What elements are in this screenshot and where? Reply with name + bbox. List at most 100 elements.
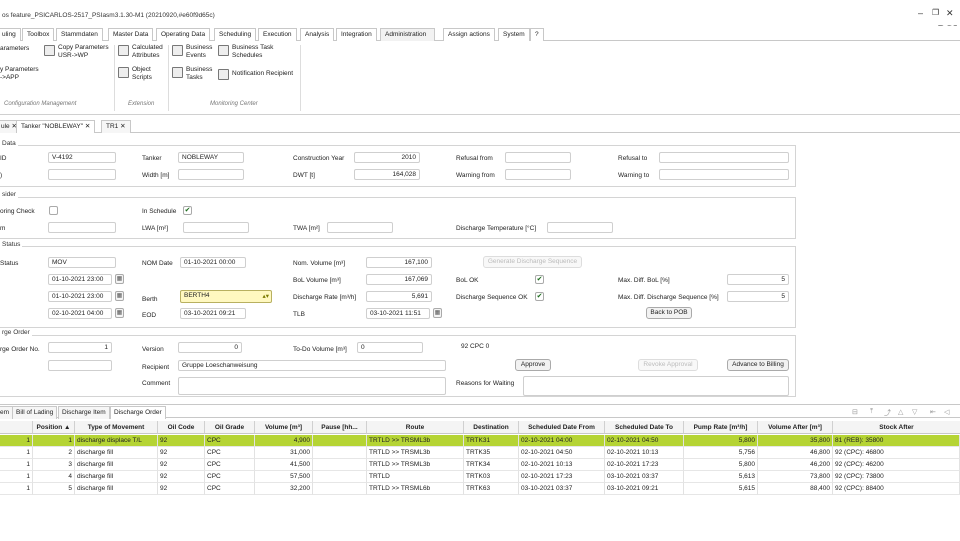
- nom-volume-field[interactable]: 167,100: [366, 257, 432, 268]
- column-header-position[interactable]: Position ▲: [33, 421, 75, 434]
- table-row[interactable]: 1 4 discharge fill 92 CPC 57,500 TRTLD TRTK03 02…: [0, 471, 960, 483]
- column-header-date-from[interactable]: Scheduled Date From: [519, 421, 605, 434]
- ribbon-business-events-button[interactable]: Business Events: [186, 44, 216, 60]
- max-diff-bol-field[interactable]: 5: [727, 274, 789, 285]
- revoke-approval-button[interactable]: Revoke Approval: [638, 359, 698, 371]
- column-header-route[interactable]: Route: [367, 421, 464, 434]
- menu-administration[interactable]: Administration: [380, 28, 435, 41]
- reasons-field[interactable]: [523, 376, 789, 396]
- berth-select[interactable]: BERTH4 ▴▾: [180, 290, 272, 303]
- construction-year-field[interactable]: 2010: [354, 152, 420, 163]
- calendar-icon[interactable]: ▦: [433, 308, 442, 318]
- close-icon[interactable]: ✕: [85, 123, 90, 130]
- tab-discharge-item[interactable]: Discharge Item: [58, 406, 110, 419]
- column-header-oil-grade[interactable]: Oil Grade: [205, 421, 255, 434]
- discharge-temp-field[interactable]: [547, 222, 613, 233]
- discharge-rate-field[interactable]: 5,691: [366, 291, 432, 302]
- max-diff-seq-field[interactable]: 5: [727, 291, 789, 302]
- twa-field[interactable]: [327, 222, 393, 233]
- column-header-destination[interactable]: Destination: [464, 421, 519, 434]
- column-header-type[interactable]: Type of Movement: [75, 421, 158, 434]
- column-header-first[interactable]: [0, 421, 33, 434]
- version-field[interactable]: 0: [178, 342, 242, 353]
- prev-icon[interactable]: ⇤: [930, 408, 936, 416]
- generate-discharge-sequence-button[interactable]: Generate Discharge Sequence: [483, 256, 582, 268]
- in-schedule-checkbox[interactable]: ✔: [183, 206, 192, 215]
- close-icon[interactable]: ✕: [120, 123, 125, 130]
- column-header-pause[interactable]: Pause [hh...: [313, 421, 367, 434]
- warning-to-field[interactable]: [659, 169, 789, 180]
- menu-toolbox[interactable]: Toolbox: [22, 28, 55, 41]
- status-field[interactable]: MOV: [48, 257, 116, 268]
- approve-button[interactable]: Approve: [515, 359, 551, 371]
- column-header-volume-after[interactable]: Volume After [m³]: [758, 421, 833, 434]
- tab-bill-of-lading[interactable]: Bill of Lading: [12, 406, 58, 419]
- close-icon[interactable]: ✕: [946, 8, 954, 19]
- order-extra-field[interactable]: [48, 360, 112, 371]
- minimize-icon[interactable]: –: [918, 8, 923, 18]
- ribbon-parameters-button[interactable]: arameters: [0, 45, 29, 53]
- ribbon-object-scripts-button[interactable]: Object Scripts: [132, 66, 162, 82]
- menu-assign-actions[interactable]: Assign actions: [443, 28, 495, 41]
- warning-from-field[interactable]: [505, 169, 571, 180]
- ribbon-copy-params-button[interactable]: Copy Parameters USR->WP: [58, 44, 114, 60]
- column-header-pump-rate[interactable]: Pump Rate [m³/h]: [684, 421, 758, 434]
- menu-help[interactable]: ?: [530, 28, 544, 41]
- table-row[interactable]: 1 5 discharge fill 92 CPC 32,200 TRTLD >> TRSM…: [0, 483, 960, 495]
- table-row[interactable]: 1 3 discharge fill 92 CPC 41,500 TRTLD >> TRSM…: [0, 459, 960, 471]
- ribbon-calc-attributes-button[interactable]: Calculated Attributes: [132, 44, 172, 60]
- order-no-field[interactable]: 1: [48, 342, 112, 353]
- id-field[interactable]: V-4192: [48, 152, 116, 163]
- calendar-icon[interactable]: ▦: [115, 291, 124, 301]
- menu-master-data[interactable]: Master Data: [108, 28, 154, 41]
- column-header-date-to[interactable]: Scheduled Date To: [605, 421, 684, 434]
- calendar-icon[interactable]: ▦: [115, 308, 124, 318]
- menu-analysis[interactable]: Analysis: [300, 28, 335, 41]
- tab-discharge-order[interactable]: Discharge Order: [110, 406, 166, 419]
- table-row[interactable]: 1 1 discharge displace T/L 92 CPC 4,900 TRTLD …: [0, 435, 960, 447]
- date2-field[interactable]: 01-10-2021 23:00: [48, 291, 112, 302]
- tlb-field[interactable]: 03-10-2021 11:51: [366, 308, 430, 319]
- column-header-volume[interactable]: Volume [m³]: [255, 421, 313, 434]
- monitoring-check-checkbox[interactable]: [49, 206, 58, 215]
- back-icon[interactable]: ◁: [944, 408, 949, 416]
- advance-to-billing-button[interactable]: Advance to Billing: [727, 359, 789, 371]
- m-field[interactable]: [48, 222, 116, 233]
- menu-system[interactable]: System: [498, 28, 530, 41]
- restore-icon[interactable]: ❐: [932, 8, 939, 17]
- ribbon-y-params-button[interactable]: y Parameters: [0, 66, 39, 74]
- eod-field[interactable]: 03-10-2021 09:21: [180, 308, 246, 319]
- ribbon-task-schedules-button[interactable]: Business Task Schedules: [232, 44, 280, 60]
- doc-tab-tr1[interactable]: TR1 ✕: [101, 120, 131, 133]
- recipient-field[interactable]: Gruppe Loeschanweisung: [178, 360, 446, 371]
- calendar-icon[interactable]: ▦: [115, 274, 124, 284]
- menu-execution[interactable]: Execution: [258, 28, 297, 41]
- nom-date-field[interactable]: 01-10-2021 00:00: [180, 257, 246, 268]
- menu-scheduling[interactable]: uling: [0, 28, 21, 41]
- move-down-icon[interactable]: ▽: [912, 408, 917, 416]
- back-to-pob-button[interactable]: Back to POB: [646, 307, 692, 319]
- dropdown-icon[interactable]: ▴▾: [262, 292, 269, 301]
- menu-integration[interactable]: Integration: [336, 28, 377, 41]
- lwa-field[interactable]: [183, 222, 249, 233]
- column-header-oil-code[interactable]: Oil Code: [158, 421, 205, 434]
- tanker-field[interactable]: NOBLEWAY: [178, 152, 244, 163]
- dwt-field[interactable]: 164,028: [354, 169, 420, 180]
- ribbon-app-button[interactable]: ->APP: [0, 74, 19, 82]
- first-icon[interactable]: ⤒: [870, 408, 873, 416]
- ribbon-notification-recipient-button[interactable]: Notification Recipient: [232, 70, 293, 78]
- refusal-to-field[interactable]: [659, 152, 789, 163]
- bol-volume-field[interactable]: 167,069: [366, 274, 432, 285]
- up-icon[interactable]: ⤴: [884, 408, 891, 418]
- width-field[interactable]: [178, 169, 244, 180]
- column-header-stock-after[interactable]: Stock After: [833, 421, 960, 434]
- collapse-icon[interactable]: ⊟: [852, 408, 858, 416]
- ribbon-business-tasks-button[interactable]: Business Tasks: [186, 66, 216, 82]
- row2-field[interactable]: [48, 169, 116, 180]
- menu-stammdaten[interactable]: Stammdaten: [56, 28, 103, 41]
- comment-field[interactable]: [178, 377, 446, 395]
- table-row[interactable]: 1 2 discharge fill 92 CPC 31,000 TRTLD >> TRSM…: [0, 447, 960, 459]
- date1-field[interactable]: 01-10-2021 23:00: [48, 274, 112, 285]
- refusal-from-field[interactable]: [505, 152, 571, 163]
- move-up-icon[interactable]: △: [898, 408, 903, 416]
